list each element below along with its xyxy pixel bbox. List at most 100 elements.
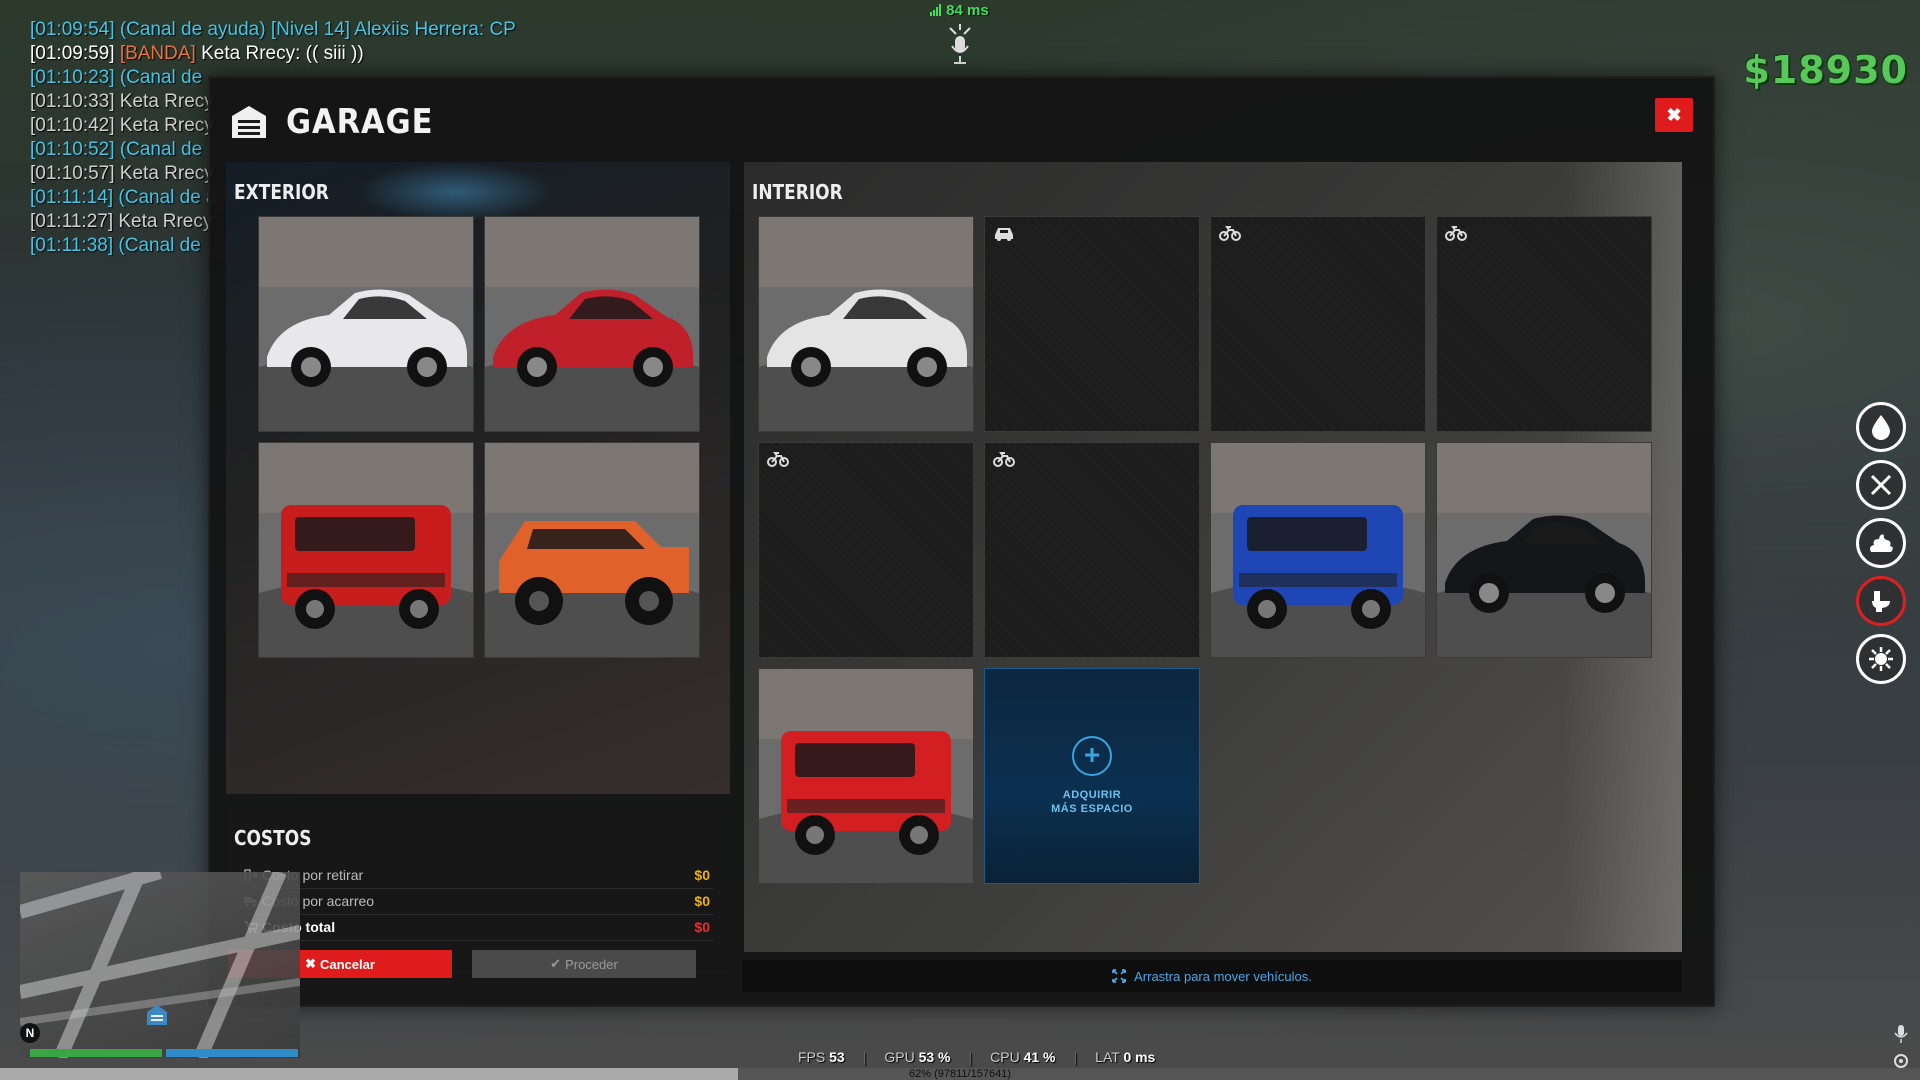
- garage-window: GARAGE ✖ EXTERIOR INTERIOR + ADQUIRIR MÁ…: [208, 76, 1715, 1007]
- drag-hint-bar: Arrastra para mover vehículos.: [742, 960, 1682, 992]
- chat-tag: (Canal de: [119, 139, 203, 160]
- cost-row-withdraw: Costo por retirar $0: [244, 862, 714, 889]
- motorcycle-icon: [1219, 226, 1241, 241]
- garage-icon: [232, 106, 266, 138]
- chat-line: [01:09:59] [BANDA] Keta Rrecy: (( siii )…: [30, 42, 516, 66]
- chat-author: Keta Rrecy: [113, 211, 213, 232]
- interior-title: INTERIOR: [752, 180, 843, 204]
- chat-author: Keta Rrecy: [114, 163, 214, 184]
- interior-empty-slot[interactable]: [984, 216, 1200, 432]
- vehicle-thumbnail: [1211, 443, 1425, 657]
- lat-stat: LAT 0 ms: [1095, 1049, 1156, 1065]
- cancel-label: Cancelar: [319, 956, 375, 972]
- signal-icon: [930, 4, 941, 16]
- interior-empty-slot[interactable]: [984, 442, 1200, 658]
- chat-time: [01:10:57]: [30, 163, 115, 184]
- interior-panel: INTERIOR + ADQUIRIR MÁS ESPACIO: [744, 162, 1682, 952]
- cost-value: $0: [694, 919, 710, 935]
- chat-tag: (Canal de ayuda) [Nivel 14]: [119, 19, 351, 40]
- interior-vehicle-slot[interactable]: [1210, 442, 1426, 658]
- ping-value: 84 ms: [946, 2, 989, 19]
- ping-indicator: 84 ms: [930, 2, 989, 19]
- exterior-title: EXTERIOR: [234, 180, 329, 204]
- health-bar: [30, 1049, 162, 1057]
- buy-more-space-label: ADQUIRIR MÁS ESPACIO: [1051, 789, 1133, 815]
- cpu-stat: CPU 41 %: [990, 1049, 1056, 1065]
- chat-tag: (Canal de: [118, 235, 201, 256]
- chat-time: [01:11:38]: [30, 235, 114, 256]
- chat-message: (( siii )): [300, 43, 364, 64]
- water-drop-icon: [1856, 402, 1906, 452]
- interior-empty-slot[interactable]: [1210, 216, 1426, 432]
- chat-tag: (Canal de: [119, 67, 203, 88]
- motorcycle-icon: [767, 452, 789, 467]
- garage-title: GARAGE: [286, 102, 434, 142]
- cost-label: Costo total: [262, 919, 336, 935]
- fps-stat: FPS 53: [798, 1049, 845, 1065]
- compass-north: N: [20, 1023, 40, 1043]
- cost-label: Costo por acarreo: [262, 893, 375, 909]
- gear-icon: [1894, 1054, 1908, 1068]
- vehicle-thumbnail: [259, 443, 473, 657]
- drag-hint-text: Arrastra para mover vehículos.: [1134, 968, 1312, 984]
- check-icon: ✔: [550, 956, 562, 971]
- vehicle-thumbnail: [1437, 443, 1651, 657]
- cost-value: $0: [694, 893, 710, 909]
- arrows-expand-icon: [1112, 969, 1127, 983]
- interior-vehicle-slot[interactable]: [758, 216, 974, 432]
- armor-bar: [166, 1049, 298, 1057]
- garage-marker-icon: [147, 1005, 167, 1025]
- chat-author: Keta Rrecy: [114, 91, 214, 112]
- chat-time: [01:09:54]: [30, 19, 115, 40]
- exterior-panel: EXTERIOR: [226, 162, 730, 794]
- chat-time: [01:09:59]: [30, 43, 115, 64]
- chat-author: Alexiis Herrera:: [350, 19, 485, 40]
- toilet-icon: [1856, 576, 1906, 626]
- exterior-vehicle-slot[interactable]: [258, 442, 474, 658]
- close-icon: ✖: [305, 956, 316, 971]
- plus-circle-icon: +: [1072, 736, 1112, 776]
- vehicle-thumbnail: [485, 217, 699, 431]
- interior-empty-slot[interactable]: [1436, 216, 1652, 432]
- chat-time: [01:10:52]: [30, 139, 115, 160]
- vehicle-thumbnail: [259, 217, 473, 431]
- loading-progress-text: 62% (97811/157641): [909, 1068, 1011, 1080]
- money-display: $18930: [1743, 48, 1908, 92]
- garage-header: GARAGE: [230, 92, 450, 152]
- minimap: [20, 872, 300, 1058]
- microphone-icon: [949, 24, 971, 64]
- chat-time: [01:11:14]: [30, 187, 114, 208]
- close-button[interactable]: ✖: [1655, 98, 1693, 132]
- interior-empty-slot[interactable]: [758, 442, 974, 658]
- motorcycle-icon: [993, 452, 1015, 467]
- cost-row-tow: Costo por acarreo $0: [244, 888, 714, 915]
- chat-time: [01:10:33]: [30, 91, 115, 112]
- chat-tag: [BANDA]: [119, 43, 196, 64]
- interior-vehicle-slot[interactable]: [758, 668, 974, 884]
- exterior-vehicle-slot[interactable]: [258, 216, 474, 432]
- microphone-icon: [1894, 1025, 1908, 1043]
- motorcycle-icon: [1445, 226, 1467, 241]
- chat-line: [01:09:54] (Canal de ayuda) [Nivel 14] A…: [30, 18, 516, 42]
- costs-title: COSTOS: [234, 826, 312, 850]
- vehicle-thumbnail: [759, 217, 973, 431]
- chat-author: Keta Rrecy: [114, 115, 214, 136]
- interior-vehicle-slot[interactable]: [1436, 442, 1652, 658]
- chat-time: [01:10:42]: [30, 115, 115, 136]
- exterior-vehicle-slot[interactable]: [484, 442, 700, 658]
- cost-row-total: Costo total $0: [244, 914, 714, 941]
- chat-message: CP: [484, 19, 516, 40]
- chat-time: [01:10:23]: [30, 67, 115, 88]
- proceed-button[interactable]: ✔ Proceder: [472, 950, 696, 978]
- performance-stats: FPS 53 | GPU 53 % | CPU 41 % | LAT 0 ms: [798, 1049, 1156, 1065]
- cost-value: $0: [694, 867, 710, 883]
- virus-icon: [1856, 634, 1906, 684]
- vehicle-thumbnail: [759, 669, 973, 883]
- car-icon: [995, 228, 1013, 241]
- cost-label: Costo por retirar: [262, 867, 364, 883]
- fork-knife-icon: [1856, 460, 1906, 510]
- buy-more-space-button[interactable]: + ADQUIRIR MÁS ESPACIO: [984, 668, 1200, 884]
- poop-icon: [1856, 518, 1906, 568]
- chat-tag: (Canal de a: [118, 187, 217, 208]
- exterior-vehicle-slot[interactable]: [484, 216, 700, 432]
